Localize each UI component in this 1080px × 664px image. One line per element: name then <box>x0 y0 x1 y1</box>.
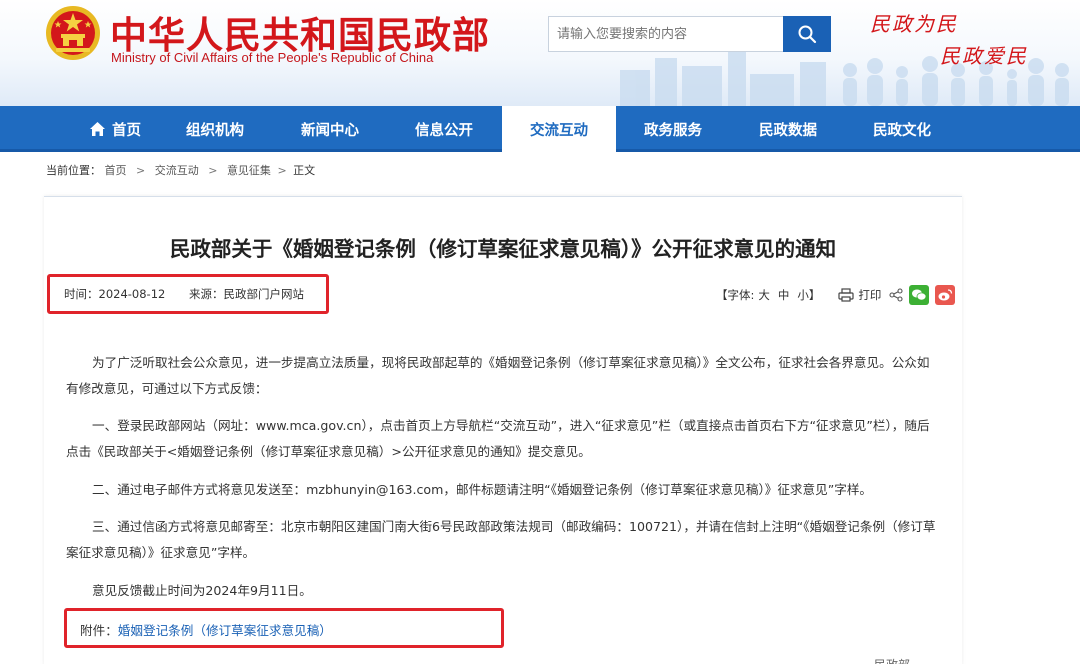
breadcrumb-prefix: 当前位置： <box>46 164 101 177</box>
main-nav: 首页 组织机构 新闻中心 信息公开 交流互动 政务服务 民政数据 民政文化 <box>0 106 1080 152</box>
weibo-icon <box>938 289 953 301</box>
breadcrumb: 当前位置： 首页 > 交流互动 > 意见征集 > 正文 <box>46 162 315 178</box>
share-icon <box>889 288 903 302</box>
wechat-icon <box>912 289 927 301</box>
article-paragraph: 二、通过电子邮件方式将意见发送至：mzbhunyin@163.com，邮件标题请… <box>92 482 873 497</box>
wechat-share-button[interactable] <box>909 285 930 305</box>
nav-item-label: 民政文化 <box>873 122 931 139</box>
article-tools: 【字体: 大 中 小】 打印 <box>716 285 956 305</box>
nav-item-label: 政务服务 <box>644 122 702 139</box>
breadcrumb-current: 正文 <box>293 164 316 177</box>
attachment-label: 附件： <box>80 623 118 638</box>
font-size-small-button[interactable]: 小】 <box>797 287 820 303</box>
share-button[interactable] <box>889 288 903 302</box>
breadcrumb-separator: > <box>208 164 218 177</box>
article-paragraph: 三、通过信函方式将意见邮寄至：北京市朝阳区建国门南大街6号民政部政策法规司（邮政… <box>66 519 936 560</box>
nav-item-culture[interactable]: 民政文化 <box>845 106 959 152</box>
slogan-line-1: 民政为民 <box>870 12 958 36</box>
time-label: 时间： <box>64 287 99 301</box>
nav-item-label: 首页 <box>112 122 141 139</box>
nav-item-label: 交流互动 <box>530 122 588 139</box>
breadcrumb-separator: > <box>277 164 287 177</box>
national-emblem-icon <box>46 6 100 60</box>
site-name-en: Ministry of Civil Affairs of the People'… <box>111 50 434 65</box>
nav-item-data[interactable]: 民政数据 <box>731 106 845 152</box>
nav-item-interaction[interactable]: 交流互动 <box>502 106 616 152</box>
nav-item-label: 组织机构 <box>186 122 244 139</box>
breadcrumb-separator: > <box>136 164 146 177</box>
attachment-row: 附件：婚姻登记条例（修订草案征求意见稿） <box>80 620 332 639</box>
nav-item-label: 信息公开 <box>415 122 473 139</box>
print-button[interactable]: 打印 <box>838 287 881 303</box>
search-button[interactable] <box>783 16 831 52</box>
breadcrumb-home-link[interactable]: 首页 <box>105 164 127 177</box>
article-paragraph: 一、登录民政部网站（网址：www.mca.gov.cn），点击首页上方导航栏“交… <box>66 418 930 459</box>
article-title: 民政部关于《婚姻登记条例（修订草案征求意见稿）》公开征求意见的通知 <box>169 237 837 261</box>
nav-item-services[interactable]: 政务服务 <box>616 106 730 152</box>
nav-item-info-disclosure[interactable]: 信息公开 <box>387 106 501 152</box>
article-meta: 时间：2024-08-12 来源：民政部门户网站 <box>64 286 304 302</box>
search-input[interactable] <box>549 17 783 51</box>
search-box <box>548 16 784 52</box>
home-icon <box>89 121 106 137</box>
nav-item-home[interactable]: 首页 <box>58 106 172 152</box>
nav-item-label: 新闻中心 <box>301 122 359 139</box>
nav-item-organization[interactable]: 组织机构 <box>158 106 272 152</box>
article-paragraph: 意见反馈截止时间为2024年9月11日。 <box>92 583 312 598</box>
site-header: 中华人民共和国民政部 Ministry of Civil Affairs of … <box>0 0 1080 106</box>
print-label: 打印 <box>858 288 882 302</box>
article-signature-partial: 民政部 <box>874 656 910 664</box>
article-source: 民政部门户网站 <box>223 287 305 301</box>
attachment-link[interactable]: 婚姻登记条例（修订草案征求意见稿） <box>118 623 332 638</box>
printer-icon <box>838 288 854 302</box>
slogan-line-2: 民政爱民 <box>940 44 1028 68</box>
article-paragraph: 为了广泛听取社会公众意见，进一步提高立法质量，现将民政部起草的《婚姻登记条例（修… <box>66 355 930 396</box>
breadcrumb-interaction-link[interactable]: 交流互动 <box>155 164 199 177</box>
source-label: 来源： <box>189 287 224 301</box>
font-size-medium-button[interactable]: 中 <box>778 287 790 303</box>
font-size-large-button[interactable]: 大 <box>758 287 770 303</box>
nav-item-label: 民政数据 <box>759 122 817 139</box>
search-icon <box>798 25 817 44</box>
weibo-share-button[interactable] <box>935 285 956 305</box>
font-size-label: 【字体: <box>716 288 755 302</box>
publish-time: 2024-08-12 <box>98 287 166 301</box>
nav-item-news[interactable]: 新闻中心 <box>273 106 387 152</box>
breadcrumb-consultation-link[interactable]: 意见征集 <box>227 164 271 177</box>
